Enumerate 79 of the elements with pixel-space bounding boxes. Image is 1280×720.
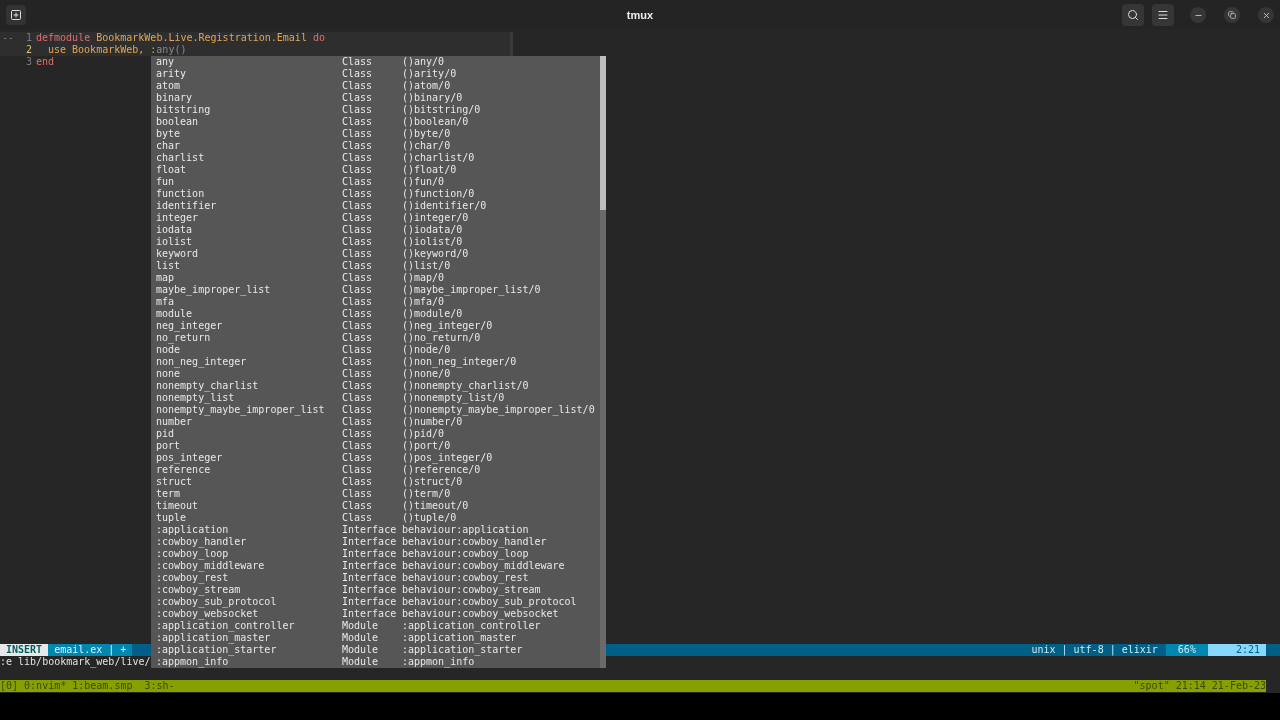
completion-item[interactable]: fun Class ()fun/0 — [156, 176, 600, 188]
code-line: use BookmarkWeb, :any() — [47, 44, 187, 56]
completion-item[interactable]: :application_master Module :application_master — [156, 632, 600, 644]
completion-item[interactable]: timeout Class ()timeout/0 — [156, 500, 600, 512]
line-number: 3 — [24, 56, 32, 68]
completion-item[interactable]: iolist Class ()iolist/0 — [156, 236, 600, 248]
close-button[interactable] — [1258, 7, 1274, 23]
completion-item[interactable]: tuple Class ()tuple/0 — [156, 512, 600, 524]
completion-item[interactable]: arity Class ()arity/0 — [156, 68, 600, 80]
scrollbar-thumb[interactable] — [600, 56, 606, 210]
line-number: 1 — [24, 32, 32, 44]
completion-item[interactable]: list Class ()list/0 — [156, 260, 600, 272]
completion-item[interactable]: mfa Class ()mfa/0 — [156, 296, 600, 308]
file-info: unix | utf-8 | elixir — [1030, 644, 1159, 656]
completion-item[interactable]: pid Class ()pid/0 — [156, 428, 600, 440]
search-button[interactable] — [1122, 4, 1144, 26]
completion-item[interactable]: node Class ()node/0 — [156, 344, 600, 356]
minimize-button[interactable] — [1190, 7, 1206, 23]
completion-item[interactable]: pos_integer Class ()pos_integer/0 — [156, 452, 600, 464]
completion-item[interactable]: :cowboy_middleware Interface behaviour:cowboy_middleware — [156, 560, 600, 572]
completion-item[interactable]: :appmon_info Module :appmon_info — [156, 656, 600, 668]
cursor-position: 2:21 — [1207, 644, 1266, 656]
mode-indicator: INSERT — [0, 644, 49, 656]
completion-item[interactable]: :application_controller Module :application_controller — [156, 620, 600, 632]
completion-item[interactable]: function Class ()function/0 — [156, 188, 600, 200]
completion-item[interactable]: atom Class ()atom/0 — [156, 80, 600, 92]
completion-item[interactable]: map Class ()map/0 — [156, 272, 600, 284]
tmux-windows: [0] 0:nvim* 1:beam.smp 3:sh- — [0, 680, 175, 692]
code-line: defmodule BookmarkWeb.Live.Registration.Email do — [36, 32, 325, 44]
maximize-button[interactable] — [1224, 7, 1240, 23]
completion-item[interactable]: none Class ()none/0 — [156, 368, 600, 380]
menu-icon — [1157, 9, 1169, 21]
completion-item[interactable]: :cowboy_websocket Interface behaviour:cowboy_websocket — [156, 608, 600, 620]
completion-item[interactable]: maybe_improper_list Class ()maybe_improper_list/0 — [156, 284, 600, 296]
completion-item[interactable]: struct Class ()struct/0 — [156, 476, 600, 488]
completion-item[interactable]: :cowboy_stream Interface behaviour:cowboy_stream — [156, 584, 600, 596]
close-icon — [1261, 10, 1271, 20]
command-line: :e lib/bookmark_web/live/ — [0, 656, 151, 667]
completion-item[interactable]: bitstring Class ()bitstring/0 — [156, 104, 600, 116]
completion-item[interactable]: term Class ()term/0 — [156, 488, 600, 500]
completion-item[interactable]: keyword Class ()keyword/0 — [156, 248, 600, 260]
completion-item[interactable]: no_return Class ()no_return/0 — [156, 332, 600, 344]
completion-item[interactable]: boolean Class ()boolean/0 — [156, 116, 600, 128]
completion-item[interactable]: nonempty_charlist Class ()nonempty_charlist/0 — [156, 380, 600, 392]
line-number: 2 — [24, 44, 32, 56]
completion-item[interactable]: identifier Class ()identifier/0 — [156, 200, 600, 212]
completion-item[interactable]: number Class ()number/0 — [156, 416, 600, 428]
completion-item[interactable]: :cowboy_rest Interface behaviour:cowboy_rest — [156, 572, 600, 584]
completion-item[interactable]: charlist Class ()charlist/0 — [156, 152, 600, 164]
completion-item[interactable]: any Class ()any/0 — [156, 56, 600, 68]
scroll-percent: 66% — [1165, 644, 1208, 656]
completion-item[interactable]: reference Class ()reference/0 — [156, 464, 600, 476]
new-tab-button[interactable] — [6, 5, 26, 25]
completion-item[interactable]: module Class ()module/0 — [156, 308, 600, 320]
completion-item[interactable]: :application Interface behaviour:application — [156, 524, 600, 536]
completion-item[interactable]: :cowboy_loop Interface behaviour:cowboy_loop — [156, 548, 600, 560]
gutter-sign: -- — [2, 32, 15, 43]
window-title: tmux — [626, 7, 654, 23]
completion-item[interactable]: binary Class ()binary/0 — [156, 92, 600, 104]
completion-item[interactable]: iodata Class ()iodata/0 — [156, 224, 600, 236]
completion-item[interactable]: :application_starter Module :application_starter — [156, 644, 600, 656]
tmux-status-right: "spot" 21:14 21-Feb-23 — [1133, 680, 1266, 692]
file-name: email.ex | + — [48, 644, 133, 656]
completion-item[interactable]: nonempty_list Class ()nonempty_list/0 — [156, 392, 600, 404]
completion-item[interactable]: port Class ()port/0 — [156, 440, 600, 452]
new-tab-icon — [10, 9, 22, 21]
menu-button[interactable] — [1152, 4, 1174, 26]
completion-item[interactable]: :cowboy_handler Interface behaviour:cowboy_handler — [156, 536, 600, 548]
completion-item[interactable]: nonempty_maybe_improper_list Class ()nonempty_maybe_improper_list/0 — [156, 404, 600, 416]
restore-icon — [1228, 11, 1236, 19]
code-line: end — [36, 56, 55, 68]
completion-item[interactable]: :cowboy_sub_protocol Interface behaviour:cowboy_sub_protocol — [156, 596, 600, 608]
completion-item[interactable]: neg_integer Class ()neg_integer/0 — [156, 320, 600, 332]
search-icon — [1127, 9, 1139, 21]
completion-item[interactable]: integer Class ()integer/0 — [156, 212, 600, 224]
completion-item[interactable]: float Class ()float/0 — [156, 164, 600, 176]
completion-item[interactable]: byte Class ()byte/0 — [156, 128, 600, 140]
completion-item[interactable]: non_neg_integer Class ()non_neg_integer/0 — [156, 356, 600, 368]
completion-item[interactable]: char Class ()char/0 — [156, 140, 600, 152]
